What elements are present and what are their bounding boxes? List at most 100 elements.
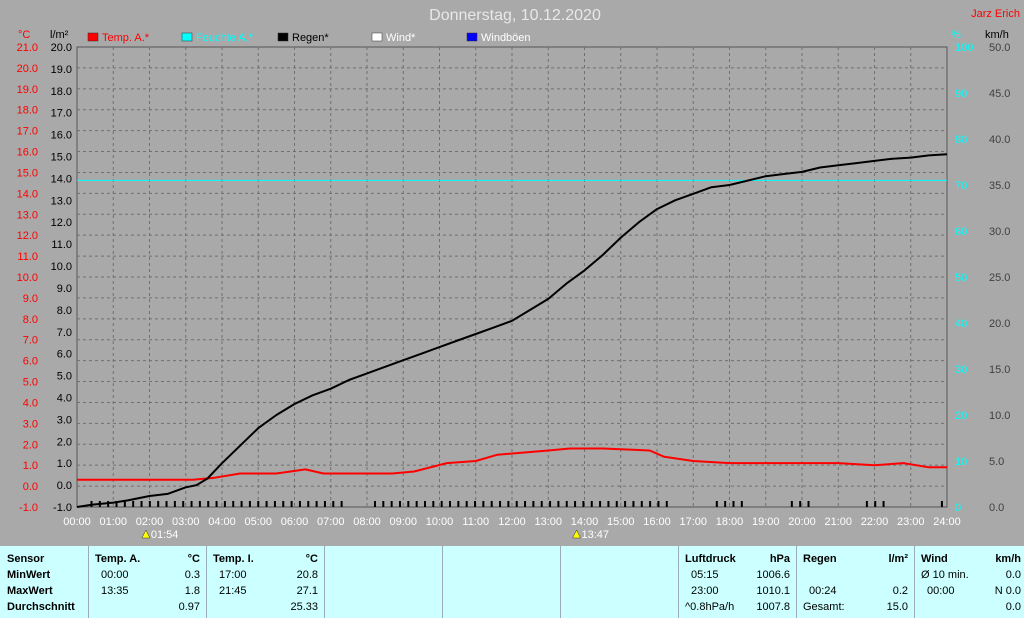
x-tick-label: 16:00: [643, 516, 671, 528]
row-max-label: MaxWert: [7, 585, 53, 597]
rain-event-tick: [440, 501, 443, 507]
x-tick-label: 03:00: [172, 516, 200, 528]
x-tick-label: 09:00: [389, 516, 417, 528]
rain-event-tick: [940, 501, 943, 507]
rain-event-tick: [799, 501, 802, 507]
x-tick-label: 08:00: [353, 516, 381, 528]
pressure-max-time: 23:00: [691, 585, 719, 597]
x-tick-label: 24:00: [933, 516, 961, 528]
temp-tick-label: 4.0: [23, 397, 38, 409]
rain-event-tick: [240, 501, 243, 507]
rain-tick-label: 6.0: [57, 349, 72, 361]
x-axis-ticks: 00:00 01:00 02:00 03:00 04:00 05:00 06:00 07:00…: [63, 516, 961, 528]
x-tick-label: 18:00: [716, 516, 744, 528]
temp-tick-label: 17.0: [17, 126, 38, 138]
stats-col-pressure: Luftdruck hPa 05:15 1006.6 23:00 1010.1 …: [678, 546, 796, 618]
rain-event-tick: [882, 501, 885, 507]
rain-tick-label: 9.0: [57, 283, 72, 295]
rain-tick-label: 18.0: [51, 86, 72, 98]
left-axis-ticks: -1.0 0.0 1.0 2.0 3.0 4.0 5.0 6.0 7.0 8.0 9.0 10.0 11…: [17, 42, 72, 514]
temp-tick-label: 19.0: [17, 84, 38, 96]
x-tick-label: 14:00: [571, 516, 599, 528]
pressure-max-val: 1010.1: [756, 585, 790, 597]
stats-col-empty-3: [560, 546, 678, 618]
rain-event-tick: [807, 501, 810, 507]
legend-label: Wind*: [386, 32, 416, 44]
rain-event-tick: [574, 501, 577, 507]
rain-tick-label: 17.0: [51, 108, 72, 120]
legend-swatch: [371, 32, 383, 42]
humidity-tick-label: 0: [955, 502, 961, 514]
rain-event-tick: [382, 501, 385, 507]
rain-total: 15.0: [886, 601, 908, 613]
rain-event-tick: [732, 501, 735, 507]
pressure-title: Luftdruck: [685, 553, 736, 565]
temp-i-min-val: 20.8: [296, 569, 318, 581]
temp-i-avg: 25.33: [290, 601, 318, 613]
rain-event-tick: [465, 501, 468, 507]
humidity-tick-label: 100: [955, 42, 973, 54]
temp-a-min-val: 0.3: [184, 569, 200, 581]
temp-i-unit: °C: [305, 553, 318, 565]
temp-tick-label: 9.0: [23, 293, 38, 305]
event-marker-label: 01:54: [151, 529, 179, 541]
x-tick-label: 23:00: [897, 516, 925, 528]
rain-event-tick: [157, 501, 160, 507]
rain-event-tick: [190, 501, 193, 507]
rain-event-tick: [424, 501, 426, 507]
rain-tick-label: -1.0: [53, 502, 72, 514]
rain-event-tick: [223, 501, 226, 507]
rain-max-time: 00:24: [809, 585, 837, 597]
sensor-title: Sensor: [7, 553, 45, 565]
rain-event-tick: [607, 501, 610, 507]
temp-tick-label: -1.0: [19, 502, 38, 514]
wind-tick-label: 30.0: [989, 226, 1010, 238]
humidity-tick-label: 20: [955, 410, 967, 422]
wind-tick-label: 5.0: [989, 456, 1004, 468]
rain-event-tick: [398, 501, 401, 507]
legend-swatch: [277, 32, 289, 42]
x-tick-label: 20:00: [788, 516, 816, 528]
rain-event-tick: [407, 501, 410, 507]
wind-dir-val: N 0.0: [994, 585, 1021, 597]
rain-tick-label: 8.0: [57, 305, 72, 317]
humidity-tick-label: 80: [955, 134, 967, 146]
stats-col-temp-i: Temp. I. °C 17:00 20.8 21:45 27.1 25.33: [206, 546, 324, 618]
temp-tick-label: 5.0: [23, 377, 38, 389]
x-tick-label: 12:00: [498, 516, 526, 528]
stats-col-sensor: Sensor MinWert MaxWert Durchschnitt: [0, 546, 88, 618]
temp-a-max-time: 13:35: [101, 585, 129, 597]
wind-tick-label: 40.0: [989, 134, 1010, 146]
rain-event-tick: [482, 501, 485, 507]
rain-tick-label: 5.0: [57, 371, 72, 383]
humidity-tick-label: 50: [955, 272, 967, 284]
pressure-min-val: 1006.6: [756, 569, 790, 581]
rain-tick-label: 20.0: [51, 42, 72, 54]
rain-event-tick: [173, 501, 176, 507]
event-marker-icon: [141, 529, 151, 539]
temp-tick-label: 18.0: [17, 105, 38, 117]
humidity-axis-unit: %: [951, 29, 961, 41]
event-marker-label: 13:47: [582, 529, 610, 541]
temp-tick-label: 8.0: [23, 314, 38, 326]
rain-event-tick: [724, 501, 727, 507]
temp-tick-label: 0.0: [23, 481, 38, 493]
statistics-panel: Sensor MinWert MaxWert Durchschnitt Temp…: [0, 546, 1024, 618]
x-tick-label: 13:00: [534, 516, 562, 528]
rain-event-tick: [182, 501, 185, 507]
rain-event-tick: [290, 501, 293, 507]
rain-tick-label: 1.0: [57, 458, 72, 470]
humidity-tick-label: 70: [955, 180, 967, 192]
temp-tick-label: 2.0: [23, 439, 38, 451]
rain-tick-label: 16.0: [51, 130, 72, 142]
x-tick-label: 00:00: [63, 516, 91, 528]
rain-event-tick: [557, 501, 560, 507]
rain-event-tick: [449, 501, 452, 507]
legend-swatch: [87, 32, 99, 42]
rain-event-tick: [415, 501, 418, 507]
rain-tick-label: 15.0: [51, 152, 72, 164]
temp-tick-label: 15.0: [17, 167, 38, 179]
wind-unit: km/h: [995, 553, 1021, 565]
rain-event-tick: [340, 501, 343, 507]
x-tick-label: 21:00: [824, 516, 852, 528]
